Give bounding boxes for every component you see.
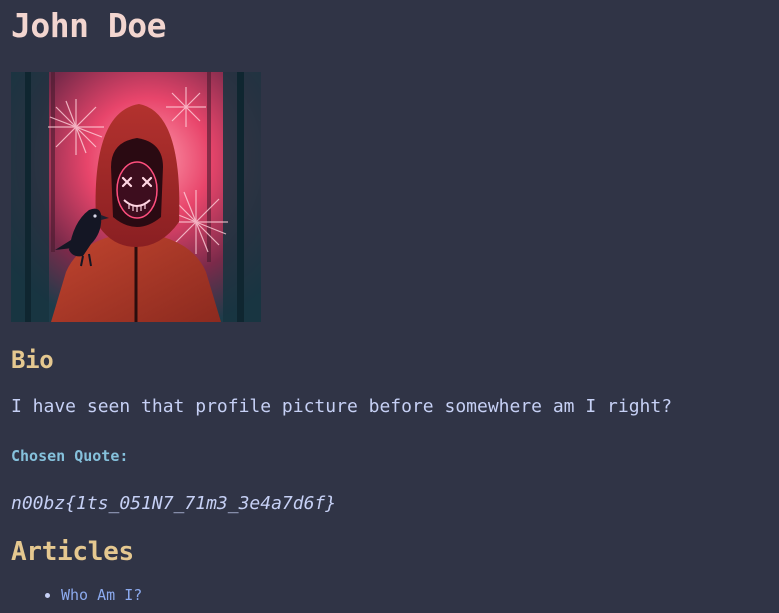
bullet-icon bbox=[45, 593, 50, 598]
list-item: Who Am I? bbox=[45, 584, 142, 606]
chosen-quote-text: n00bz{1ts_051N7_71m3_3e4a7d6f} bbox=[11, 493, 337, 514]
chosen-quote-label: Chosen Quote: bbox=[11, 447, 129, 465]
article-list: Who Am I? bbox=[11, 584, 142, 606]
articles-heading: Articles bbox=[11, 537, 134, 567]
profile-name: John Doe bbox=[11, 6, 166, 45]
bio-text: I have seen that profile picture before … bbox=[11, 396, 673, 417]
profile-avatar bbox=[11, 72, 261, 322]
hooded-figure-avatar-icon bbox=[11, 72, 261, 322]
article-link-who-am-i[interactable]: Who Am I? bbox=[61, 586, 142, 604]
profile-page: John Doe Bio I have seen that profile pi… bbox=[11, 0, 779, 613]
bio-heading: Bio bbox=[11, 346, 54, 374]
